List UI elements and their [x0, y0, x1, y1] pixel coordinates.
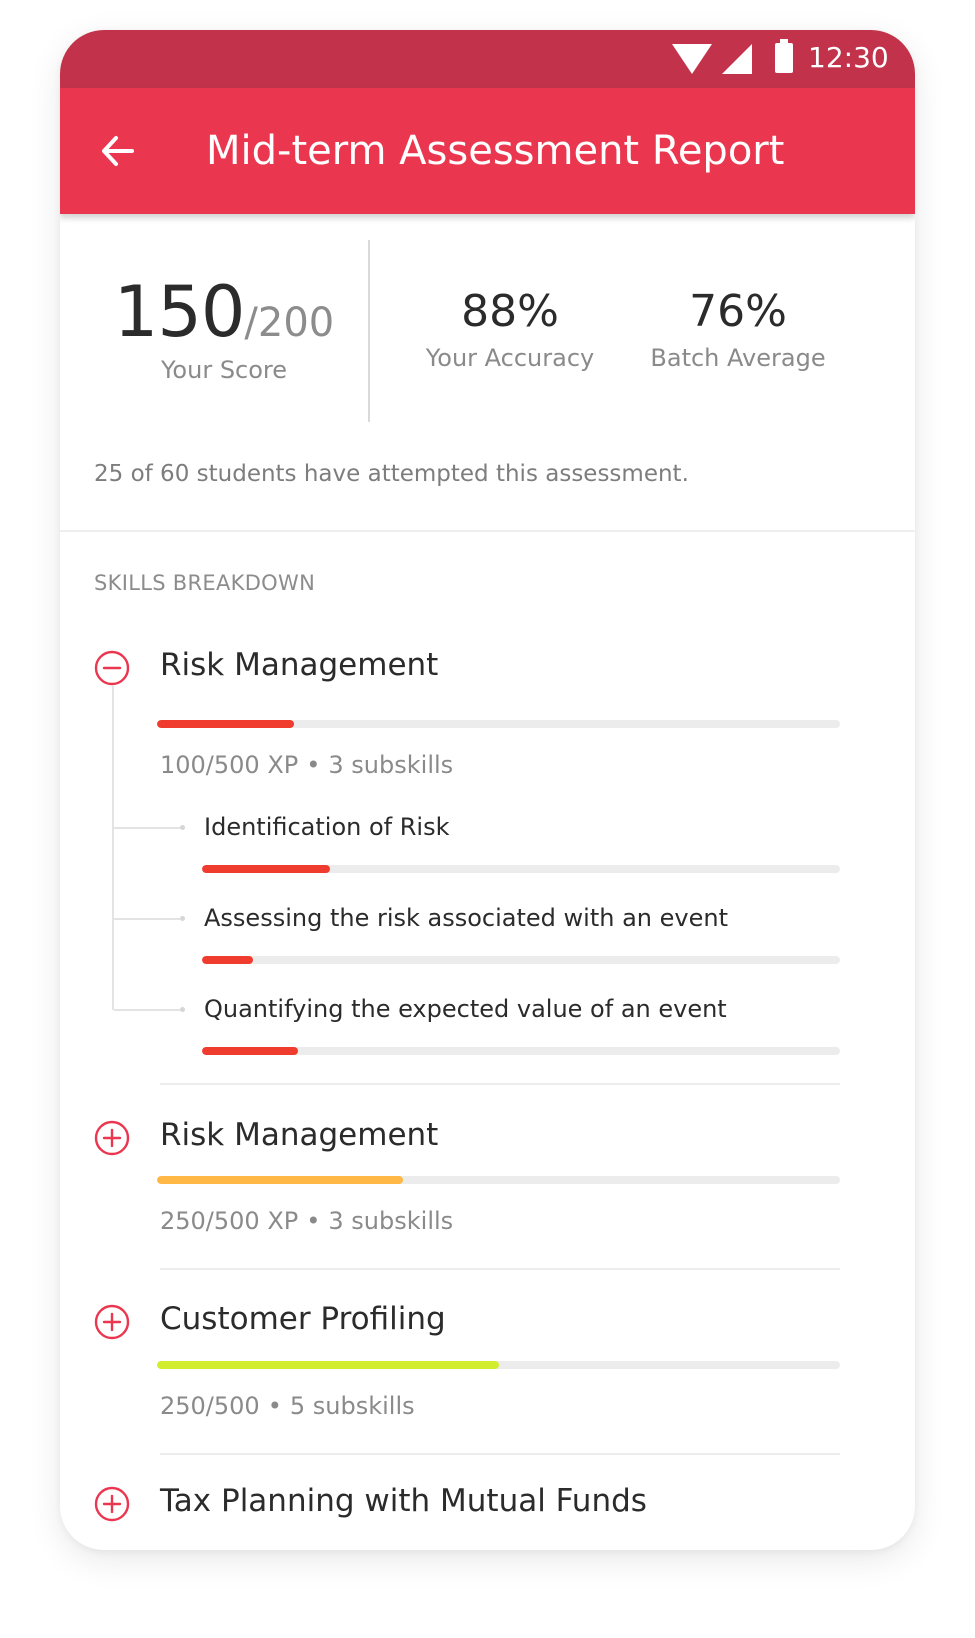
skill-progress-fill	[157, 1361, 499, 1369]
batch-average-value: 76%	[689, 286, 787, 337]
skill-meta: 250/500 XP • 3 subskills	[160, 1206, 453, 1236]
minus-circle-icon	[94, 650, 130, 686]
subskill-count: 3 subskills	[328, 751, 454, 779]
skill-meta: 250/500 • 5 subskills	[160, 1391, 415, 1421]
skill-xp: 250/500 XP	[160, 1207, 299, 1235]
subskill-progress-fill	[202, 956, 254, 964]
signal-icon	[722, 44, 752, 74]
skill-divider	[160, 1268, 840, 1270]
meta-separator: •	[306, 1207, 321, 1235]
score-total: /200	[244, 300, 335, 346]
skill-progress-track	[157, 1176, 840, 1184]
skill-title[interactable]: Tax Planning with Mutual Funds	[160, 1482, 647, 1520]
app-bar: Mid-term Assessment Report	[60, 88, 915, 214]
phone-screen: 12:30 Mid-term Assessment Report 150/200…	[60, 30, 915, 1550]
skill-progress-fill	[157, 1176, 403, 1184]
subskill-progress-track	[202, 865, 840, 873]
section-divider	[60, 530, 915, 532]
subskill-progress-fill	[202, 865, 330, 873]
subskill-progress-track	[202, 1047, 840, 1055]
skill-title[interactable]: Customer Profiling	[160, 1300, 446, 1338]
stats-divider	[368, 240, 370, 422]
skill-progress-track	[157, 1361, 840, 1369]
subskill-connector	[114, 1009, 180, 1011]
skill-progress-track	[157, 720, 840, 728]
accuracy-stat: 88% Your Accuracy	[410, 286, 610, 374]
subskill-progress-fill	[202, 1047, 298, 1055]
subskill-connector	[114, 918, 180, 920]
subskill-tree-line	[112, 686, 114, 1010]
status-time: 12:30	[808, 41, 889, 74]
score-value: 150	[113, 271, 246, 353]
plus-circle-icon	[94, 1120, 130, 1156]
subskill-connector	[114, 827, 180, 829]
plus-circle-icon	[94, 1304, 130, 1340]
expand-button[interactable]	[94, 1304, 130, 1340]
subskill-title: Identification of Risk	[204, 813, 450, 841]
subskill-title: Quantifying the expected value of an eve…	[204, 995, 727, 1023]
accuracy-label: Your Accuracy	[425, 344, 595, 372]
skill-progress-fill	[157, 720, 294, 728]
score-label: Your Score	[160, 356, 288, 384]
subskill-node	[180, 825, 185, 830]
subskill-node	[180, 916, 185, 921]
skill-title[interactable]: Risk Management	[160, 1116, 438, 1154]
wifi-icon	[672, 44, 712, 74]
batch-average-stat: 76% Batch Average	[638, 286, 838, 374]
skill-xp: 100/500 XP	[160, 751, 299, 779]
subskill-progress-track	[202, 956, 840, 964]
skill-divider	[160, 1453, 840, 1455]
subskill-count: 3 subskills	[328, 1207, 454, 1235]
collapse-button[interactable]	[94, 650, 130, 686]
subskill-node	[180, 1007, 185, 1012]
skill-xp: 250/500	[160, 1392, 260, 1420]
battery-icon	[775, 39, 793, 73]
status-bar: 12:30	[60, 30, 915, 88]
meta-separator: •	[306, 751, 321, 779]
back-arrow-icon	[102, 136, 134, 166]
back-button[interactable]	[92, 126, 148, 176]
batch-average-label: Batch Average	[650, 344, 826, 372]
skill-meta: 100/500 XP • 3 subskills	[160, 750, 453, 780]
skill-divider	[160, 1083, 840, 1085]
page-title: Mid-term Assessment Report	[206, 128, 785, 174]
score-summary: 150/200 Your Score	[96, 272, 352, 386]
accuracy-value: 88%	[461, 286, 559, 337]
attempt-info: 25 of 60 students have attempted this as…	[94, 461, 689, 487]
report-content: 150/200 Your Score 88% Your Accuracy 76%…	[60, 214, 915, 1550]
plus-circle-icon	[94, 1486, 130, 1522]
subskill-count: 5 subskills	[289, 1392, 415, 1420]
skill-title[interactable]: Risk Management	[160, 646, 438, 684]
subskill-title: Assessing the risk associated with an ev…	[204, 904, 728, 932]
expand-button[interactable]	[94, 1120, 130, 1156]
skills-breakdown-header: SKILLS BREAKDOWN	[94, 571, 316, 595]
expand-button[interactable]	[94, 1486, 130, 1522]
meta-separator: •	[267, 1392, 282, 1420]
